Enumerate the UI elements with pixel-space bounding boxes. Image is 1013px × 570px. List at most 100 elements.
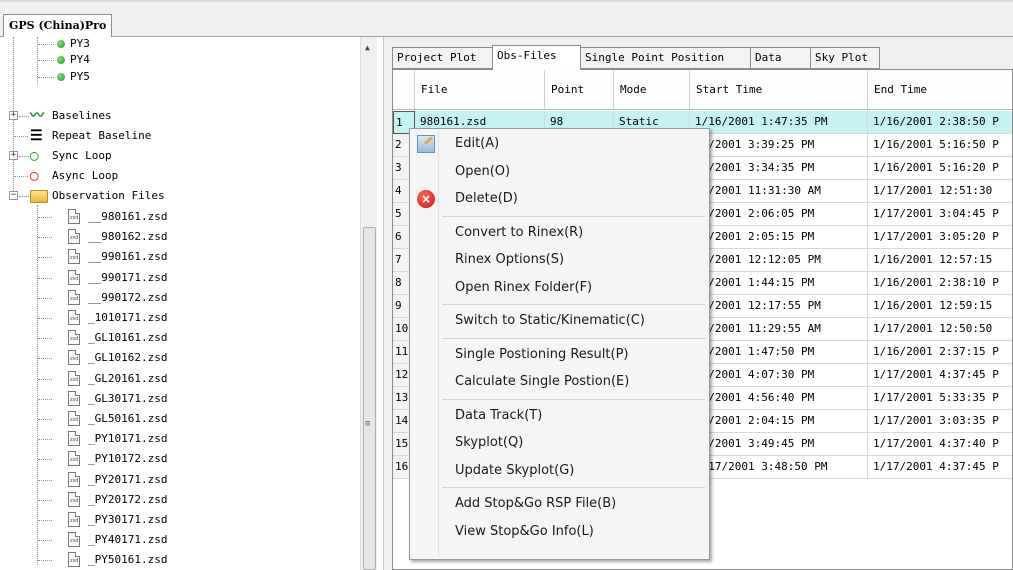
- tab-sky-plot[interactable]: Sky Plot: [810, 47, 880, 69]
- tree-item-label: _GL10162.zsd: [88, 351, 168, 365]
- tab-project-plot[interactable]: Project Plot: [392, 47, 493, 69]
- grid-cell-end: 1/17/2001 12:50:50: [868, 318, 1012, 341]
- menu-item-label: Add Stop&Go RSP File(B): [455, 496, 617, 511]
- menu-item-rinex-options-s[interactable]: Rinex Options(S): [412, 247, 707, 273]
- grid-cell-end: 1/17/2001 3:04:45 P: [868, 203, 1012, 226]
- grid-cell-end: 1/17/2001 4:37:45 P: [868, 364, 1012, 387]
- tab-single-point-position[interactable]: Single Point Position: [580, 47, 751, 69]
- tree-item-file[interactable]: zsd _PY20171.zsd: [0, 470, 350, 490]
- tree-node-sync-loop[interactable]: + ◯ Sync Loop: [0, 146, 350, 166]
- tree-item-file[interactable]: zsd _PY10171.zsd: [0, 429, 350, 449]
- grid-cell-start: 17/2001 3:49:45 PM: [690, 433, 868, 456]
- tree-connector: [38, 378, 52, 380]
- tree-item-file[interactable]: zsd _PY40171.zsd: [0, 530, 350, 550]
- tree-item-file[interactable]: zsd _GL10162.zsd: [0, 348, 350, 368]
- column-header-mode[interactable]: Mode: [614, 70, 690, 110]
- folder-icon: [30, 190, 48, 203]
- menu-item-edit-a[interactable]: Edit(A): [412, 131, 707, 157]
- tree-connector: [38, 237, 52, 239]
- tree-item-label: _PY20171.zsd: [88, 472, 168, 486]
- zsd-file-icon: zsd: [68, 512, 80, 527]
- grid-cell-start: 17/2001 11:29:55 AM: [690, 318, 868, 341]
- menu-item-view-stop-go-info-l[interactable]: View Stop&Go Info(L): [412, 519, 707, 545]
- tree-node-label: Async Loop: [52, 169, 119, 182]
- project-tree[interactable]: PY3 PY4 PY5 + 〰 Baselines ☰ Repeat Baseline + ◯ Sy…: [0, 37, 384, 570]
- tree-item-file[interactable]: zsd __980161.zsd: [0, 207, 350, 227]
- grid-cell-start: 16/2001 12:17:55 PM: [690, 295, 868, 318]
- tree-item-file[interactable]: zsd _GL20161.zsd: [0, 369, 350, 389]
- grid-cell-start: 16/2001 1:44:15 PM: [690, 272, 868, 295]
- menu-item-label: Rinex Options(S): [455, 252, 565, 267]
- tree-item-file[interactable]: zsd _PY20172.zsd: [0, 490, 350, 510]
- menu-item-calculate-single-postion-e[interactable]: Calculate Single Postion(E): [412, 369, 707, 395]
- grid-cell-start: 17/2001 11:31:30 AM: [690, 180, 868, 203]
- menu-item-convert-to-rinex-r[interactable]: Convert to Rinex(R): [412, 220, 707, 246]
- grid-cell-end: 1/17/2001 4:37:40 P: [868, 433, 1012, 456]
- menu-item-skyplot-q[interactable]: Skyplot(Q): [412, 430, 707, 456]
- column-header-file[interactable]: File: [415, 70, 545, 110]
- grid-cell-start: 17/2001 4:56:40 PM: [690, 387, 868, 410]
- expand-toggle-icon[interactable]: +: [9, 111, 18, 120]
- tree-item-file[interactable]: zsd __990161.zsd: [0, 247, 350, 267]
- menu-item-data-track-t[interactable]: Data Track(T): [412, 403, 707, 429]
- menu-item-label: Edit(A): [455, 136, 500, 151]
- menu-item-open-o[interactable]: Open(O): [412, 159, 707, 185]
- tree-connector: [19, 116, 29, 117]
- tree-item-file[interactable]: zsd _PY10172.zsd: [0, 449, 350, 469]
- tree-connector: [14, 136, 28, 137]
- app-tab[interactable]: GPS (China)Pro: [3, 14, 113, 38]
- zsd-file-icon: zsd: [68, 269, 80, 285]
- tree-item-file[interactable]: zsd __980162.zsd: [0, 227, 350, 247]
- tree-item-file[interactable]: zsd _GL10161.zsd: [0, 328, 350, 348]
- menu-item-add-stop-go-rsp-file-b[interactable]: Add Stop&Go RSP File(B): [412, 491, 707, 517]
- menu-item-update-skyplot-g[interactable]: Update Skyplot(G): [412, 458, 707, 484]
- menu-item-open-rinex-folder-f[interactable]: Open Rinex Folder(F): [412, 275, 707, 301]
- menu-item-single-postioning-result-p[interactable]: Single Postioning Result(P): [412, 342, 707, 368]
- tree-node-repeat-baseline[interactable]: ☰ Repeat Baseline: [0, 126, 350, 146]
- tree-node-async-loop[interactable]: ◯ Async Loop: [0, 166, 350, 186]
- tree-item-file[interactable]: zsd _PY30171.zsd: [0, 510, 350, 530]
- tree-item-file[interactable]: zsd __990172.zsd: [0, 288, 350, 308]
- tree-item-label: _PY40171.zsd: [88, 533, 168, 547]
- scroll-up-arrow-icon[interactable]: ▲: [365, 43, 370, 52]
- expand-toggle-icon[interactable]: −: [9, 191, 18, 200]
- tree-item-file[interactable]: zsd __990171.zsd: [0, 268, 350, 288]
- tree-node-observation-files[interactable]: − Observation Files: [0, 186, 350, 206]
- tree-node-baselines[interactable]: + 〰 Baselines: [0, 106, 350, 126]
- tree-item-label: _PY10171.zsd: [88, 432, 168, 446]
- tree-item-point[interactable]: PY5: [0, 67, 350, 87]
- grid-cell-start: 1/17/2001 3:48:50 PM: [690, 456, 868, 479]
- tree-item-label: _PY50161.zsd: [88, 553, 168, 567]
- scrollbar-thumb[interactable]: [363, 227, 376, 570]
- zsd-file-icon: zsd: [68, 350, 80, 366]
- zsd-file-icon: zsd: [68, 330, 80, 346]
- expand-toggle-icon[interactable]: +: [9, 151, 18, 160]
- tab-obs-files[interactable]: Obs-Files: [492, 45, 581, 70]
- tree-item-file[interactable]: zsd _PY50161.zsd: [0, 550, 350, 570]
- zsd-file-icon: zsd: [68, 310, 80, 325]
- tree-item-label: _PY20172.zsd: [88, 492, 168, 506]
- tree-scrollbar[interactable]: ▲ ≡: [360, 37, 377, 570]
- tab-data[interactable]: Data: [750, 47, 811, 69]
- column-header-end-time[interactable]: End Time: [868, 70, 1012, 110]
- tree-connector: [38, 318, 52, 319]
- column-header-start-time[interactable]: Start Time: [690, 70, 868, 110]
- grid-cell-end: 1/16/2001 2:37:15 P: [868, 341, 1012, 364]
- column-header-point[interactable]: Point: [545, 70, 614, 110]
- menu-item-label: Calculate Single Postion(E): [455, 374, 630, 389]
- menu-item-delete-d[interactable]: Delete(D) ×: [412, 186, 707, 212]
- zsd-file-icon: zsd: [68, 229, 80, 245]
- tree-item-file[interactable]: zsd _GL30171.zsd: [0, 389, 350, 409]
- grid-cell-end: 1/17/2001 3:03:35 P: [868, 410, 1012, 433]
- tree-item-file[interactable]: zsd _GL50161.zsd: [0, 409, 350, 429]
- app-tab-strip: GPS (China)Pro: [0, 0, 1013, 38]
- tree-item-label: _1010171.zsd: [88, 311, 168, 324]
- menu-item-label: Open Rinex Folder(F): [455, 279, 593, 295]
- grid-cell-start: 17/2001 2:05:15 PM: [690, 226, 868, 249]
- menu-item-switch-to-static-kinematic-c[interactable]: Switch to Static/Kinematic(C): [412, 308, 707, 334]
- tree-connector: [19, 156, 29, 157]
- tree-connector: [38, 439, 52, 441]
- tree-connector: [14, 176, 28, 177]
- zsd-file-icon: zsd: [68, 411, 80, 426]
- tree-item-file[interactable]: zsd _1010171.zsd: [0, 308, 350, 328]
